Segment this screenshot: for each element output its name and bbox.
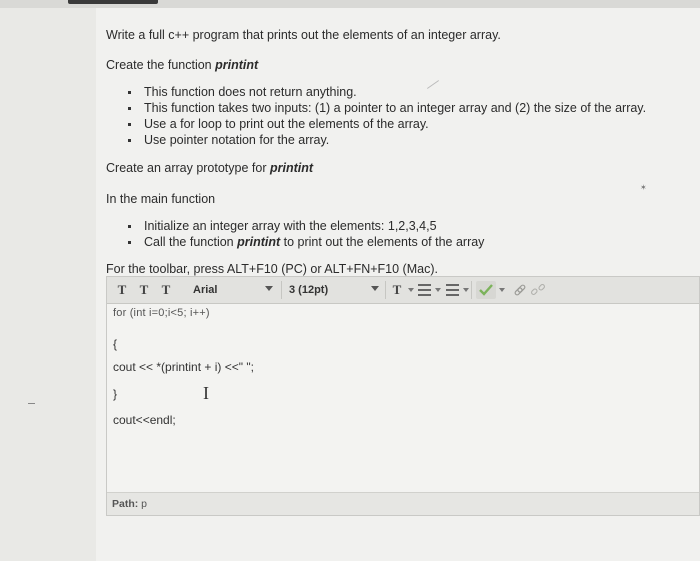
call-prefix: Call the function	[144, 235, 238, 249]
prototype-line: Create an array prototype for printint	[106, 161, 313, 175]
edge-mark	[28, 403, 35, 404]
font-family-select[interactable]: Arial	[185, 281, 277, 299]
editor-statusbar: Path: p	[107, 492, 699, 515]
unlink-icon[interactable]	[531, 283, 545, 301]
question-intro: Write a full c++ program that prints out…	[106, 28, 501, 42]
toolbar-separator	[471, 281, 472, 299]
list-item: Call the function printint to print out …	[126, 234, 484, 250]
call-suffix: to print out the elements of the array	[280, 235, 485, 249]
text-style-icon[interactable]: T	[115, 281, 129, 299]
create-function-line: Create the function printint	[106, 58, 258, 72]
chevron-down-icon[interactable]	[435, 288, 441, 292]
text-color-icon[interactable]: T	[390, 281, 404, 299]
toolbar-hint: For the toolbar, press ALT+F10 (PC) or A…	[106, 262, 438, 276]
left-margin	[0, 8, 96, 561]
code-line-cout: cout << *(printint + i) <<" ";	[113, 360, 254, 374]
function-name: printint	[215, 58, 259, 72]
code-line-open-brace: {	[113, 337, 118, 351]
font-family-value: Arial	[193, 284, 218, 296]
prototype-function-name: printint	[269, 161, 314, 175]
toolbar-separator	[385, 281, 386, 299]
text-style-icon[interactable]: T	[137, 281, 151, 299]
text-cursor-icon: I	[203, 383, 209, 403]
list-item: Use a for loop to print out the elements…	[126, 116, 646, 132]
list-item: Use pointer notation for the array.	[126, 132, 646, 148]
question-text: Write a full c++ program that prints out…	[96, 8, 700, 276]
toolbar-separator	[281, 281, 282, 299]
call-function-name: printint	[237, 235, 281, 249]
font-size-value: 3 (12pt)	[289, 284, 329, 296]
rich-text-editor[interactable]: T T T Arial 3 (12pt) T for (int i=0;i<5;…	[106, 276, 700, 516]
main-requirements-list: Initialize an integer array with the ele…	[126, 218, 484, 250]
link-icon[interactable]	[513, 283, 527, 301]
bullet-list-icon[interactable]	[418, 284, 431, 296]
chevron-down-icon	[265, 286, 273, 291]
code-line-endl: cout<<endl;	[113, 413, 176, 427]
path-indicator: Path: p	[112, 498, 147, 510]
create-function-prefix: Create the function	[106, 58, 216, 72]
editor-toolbar: T T T Arial 3 (12pt) T	[107, 277, 699, 304]
code-line-close-brace: }	[113, 387, 118, 401]
path-label: Path:	[112, 498, 142, 510]
list-item: This function takes two inputs: (1) a po…	[126, 100, 646, 116]
chevron-down-icon	[371, 286, 379, 291]
list-item: This function does not return anything.	[126, 84, 646, 100]
main-heading: In the main function	[106, 192, 216, 206]
star-mark: ✶	[640, 183, 647, 192]
heading-fragment	[68, 0, 158, 4]
code-line-for: for (int i=0;i<5; i++)	[113, 307, 210, 319]
chevron-down-icon[interactable]	[499, 288, 505, 292]
numbered-list-icon[interactable]	[446, 284, 459, 296]
prototype-prefix: Create an array prototype for	[106, 161, 270, 175]
font-size-select[interactable]: 3 (12pt)	[283, 281, 383, 299]
chevron-down-icon[interactable]	[463, 288, 469, 292]
chevron-down-icon[interactable]	[408, 288, 414, 292]
editor-content[interactable]: for (int i=0;i<5; i++) { cout << *(print…	[113, 307, 693, 487]
list-item: Initialize an integer array with the ele…	[126, 218, 484, 234]
text-style-icon[interactable]: T	[159, 281, 173, 299]
top-strip	[0, 0, 700, 8]
function-requirements-list: This function does not return anything. …	[126, 84, 646, 148]
spellcheck-icon[interactable]	[476, 281, 496, 299]
path-value[interactable]: p	[141, 498, 147, 510]
